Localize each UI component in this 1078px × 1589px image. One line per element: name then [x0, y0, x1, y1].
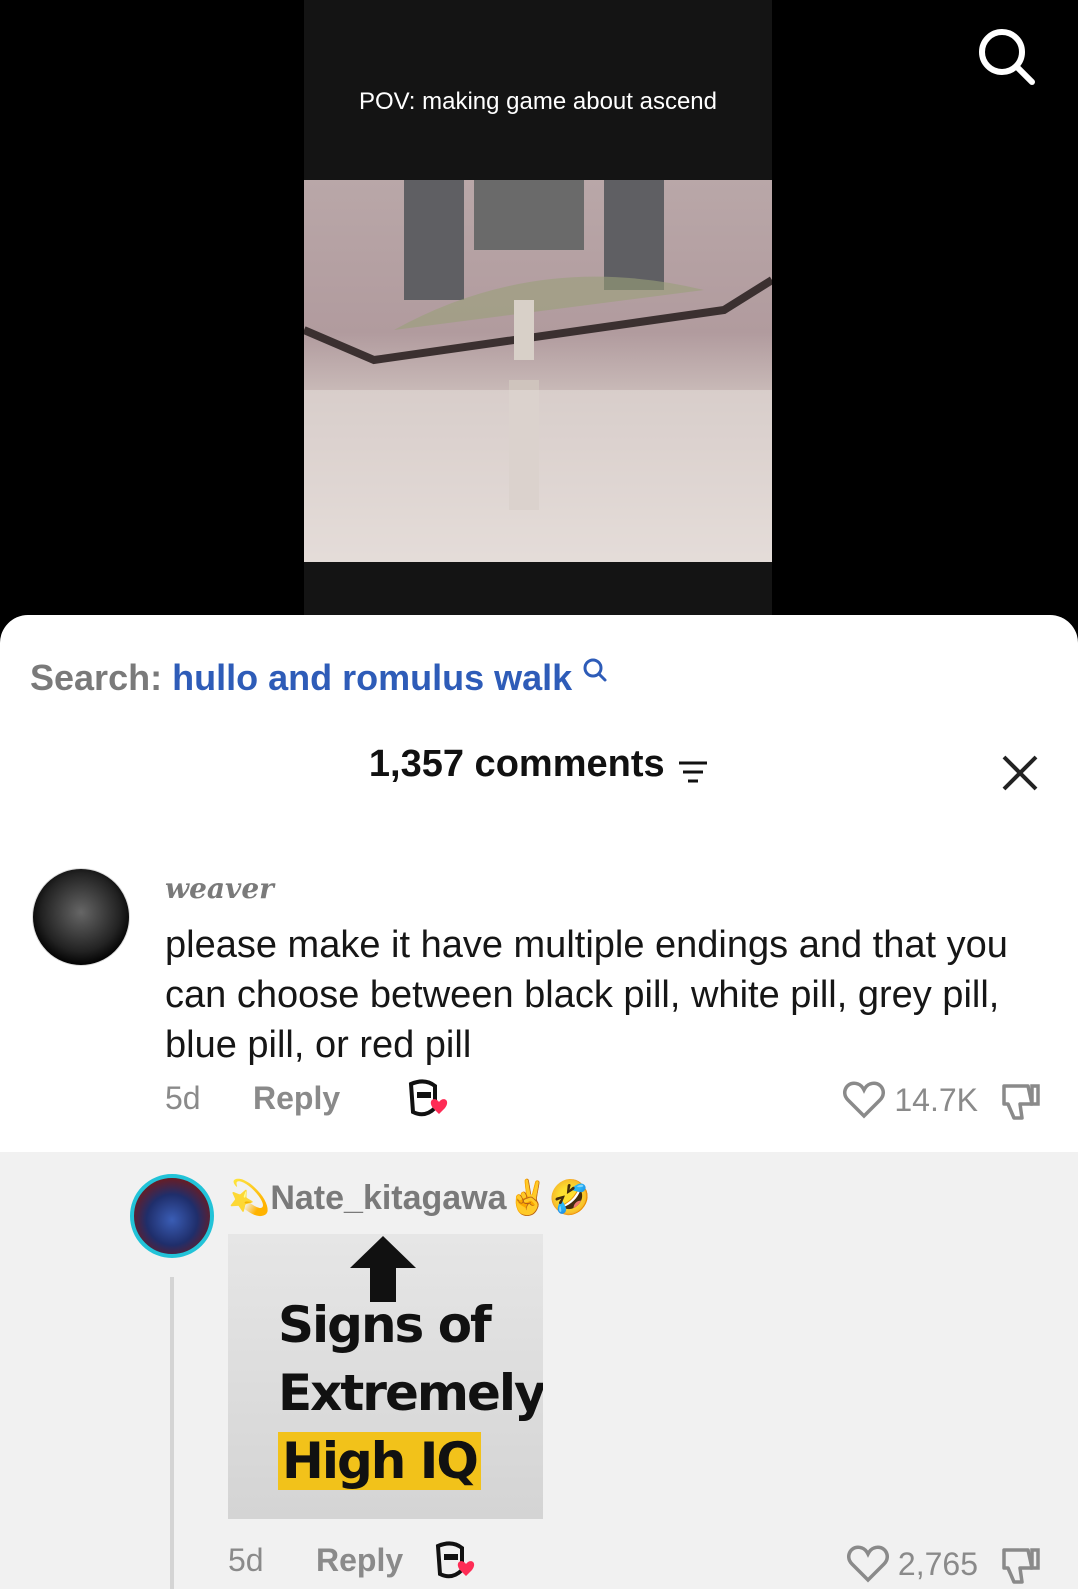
reply-username[interactable]: 💫Nate_kitagawa✌🤣 [228, 1178, 591, 1218]
video-caption: POV: making game about ascend [359, 88, 717, 115]
sparkle-emoji: 💫 [228, 1179, 271, 1217]
like-count: 14.7K [894, 1081, 978, 1118]
reply-username-text: Nate_kitagawa [270, 1179, 507, 1217]
reply-image[interactable]: Signs of Extremely High IQ [228, 1234, 543, 1519]
reply-button[interactable]: Reply [253, 1080, 340, 1117]
reply-button[interactable]: Reply [316, 1542, 403, 1579]
like-button[interactable]: 14.7K [842, 1080, 978, 1120]
dislike-icon[interactable] [998, 1544, 1042, 1588]
search-icon [583, 658, 607, 682]
image-line-1: Signs of [278, 1296, 492, 1354]
image-line-3-wrap: High IQ [278, 1432, 481, 1490]
sort-filter-icon[interactable] [677, 757, 709, 787]
comment-count: 1,357 comments [368, 743, 665, 785]
reply-age: 5d [228, 1542, 264, 1578]
avatar[interactable] [32, 868, 130, 966]
like-count: 2,765 [897, 1545, 978, 1582]
reply-thread: 💫Nate_kitagawa✌🤣 Signs of Extremely High… [0, 1152, 1078, 1589]
video-frame: POV: making game about ascend [304, 0, 772, 640]
comment-meta: 5d Reply [165, 1079, 448, 1117]
comment-item: weaver please make it have multiple endi… [0, 840, 1078, 1140]
arrow-up-icon [350, 1236, 416, 1302]
comment-text: please make it have multiple endings and… [165, 924, 1008, 1066]
image-line-3: High IQ [278, 1432, 481, 1490]
emoji-suffix: ✌🤣 [506, 1179, 592, 1217]
like-button[interactable]: 2,765 [846, 1544, 978, 1584]
reply-meta: 5d Reply [228, 1541, 475, 1579]
comments-header: 1,357 comments [0, 743, 1078, 803]
heart-icon [843, 1081, 886, 1119]
comment-username[interactable]: weaver [165, 872, 274, 905]
search-prefix: Search: [30, 657, 163, 698]
comment-age: 5d [165, 1080, 201, 1116]
video-player[interactable]: POV: making game about ascend [0, 0, 1078, 640]
search-icon[interactable] [974, 24, 1038, 88]
thread-line [170, 1277, 174, 1589]
image-line-2: Extremely [278, 1364, 543, 1422]
creator-liked-icon [435, 1541, 475, 1579]
creator-liked-icon [408, 1079, 448, 1117]
search-query-link[interactable]: hullo and romulus walk [172, 657, 572, 698]
search-suggestion[interactable]: Search: hullo and romulus walk [30, 657, 608, 699]
heart-icon [846, 1545, 889, 1583]
avatar[interactable] [130, 1174, 214, 1258]
dislike-icon[interactable] [998, 1080, 1042, 1124]
video-image [304, 180, 772, 562]
close-icon[interactable] [1000, 753, 1040, 793]
comments-sheet: Search: hullo and romulus walk 1,357 com… [0, 615, 1078, 1589]
